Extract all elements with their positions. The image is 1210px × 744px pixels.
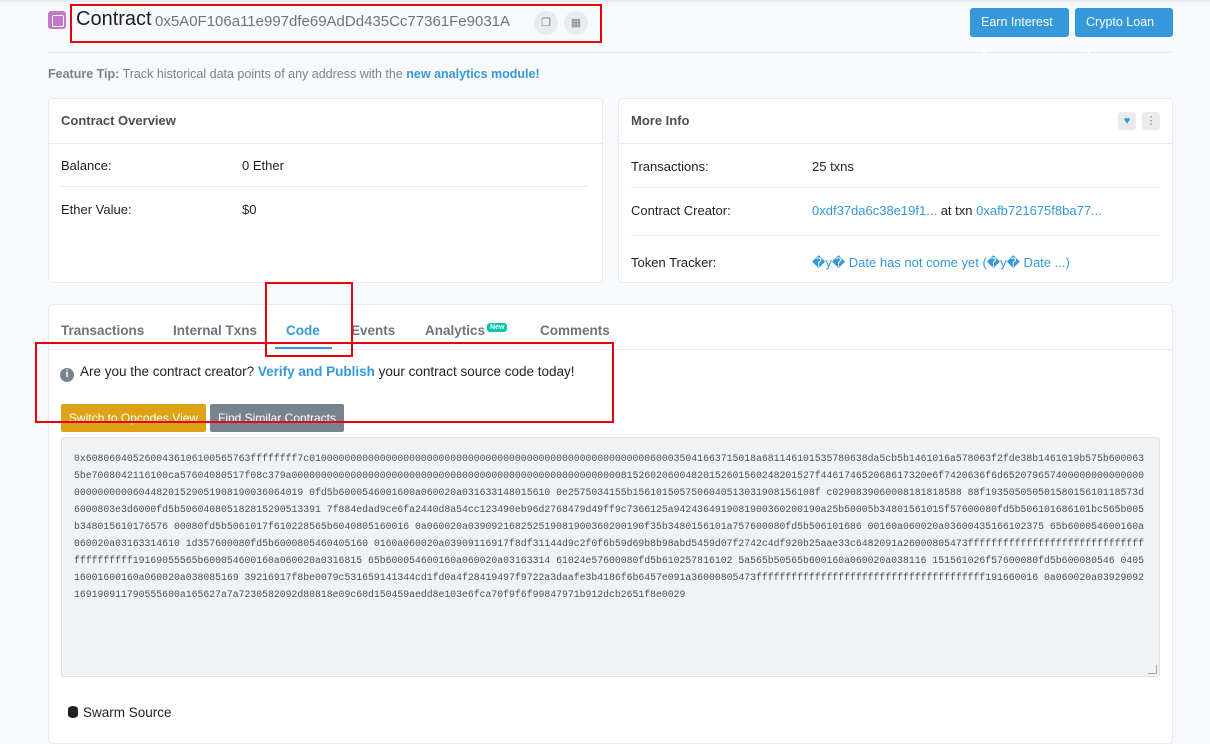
creator-at-text: at txn (940, 203, 973, 218)
ether-value-label: Ether Value: (61, 202, 132, 217)
more-info-card: More Info ♥ ⋮ Transactions: 25 txns Cont… (618, 98, 1173, 283)
new-badge: New (487, 323, 508, 332)
card-title: Contract Overview (61, 113, 176, 128)
chevron-down-icon: ▾ (981, 44, 988, 58)
balance-value: 0 Ether (242, 158, 284, 173)
highlight-box-header (70, 4, 602, 43)
contract-creator-label: Contract Creator: (631, 203, 731, 218)
tab-comments[interactable]: Comments (540, 323, 610, 338)
swarm-source-label: Swarm Source (83, 705, 172, 720)
highlight-box-verify (35, 342, 614, 423)
feature-tip: Feature Tip: Track historical data point… (48, 67, 540, 81)
tab-analytics[interactable]: Analytics New (425, 323, 508, 338)
bytecode-textarea[interactable]: 0x6080604052600436106100565763ffffffff7c… (61, 437, 1160, 677)
contract-overview-card: Contract Overview Balance: 0 Ether Ether… (48, 98, 603, 283)
tab-internal-txns[interactable]: Internal Txns (173, 323, 257, 338)
contract-creator-value: 0xdf37da6c38e19f1... at txn 0xafb721675f… (812, 203, 1102, 218)
card-title: More Info (631, 113, 690, 128)
transactions-value: 25 txns (812, 159, 854, 174)
card-header: More Info (619, 99, 1172, 144)
earn-interest-button[interactable]: Earn Interest ▾ (970, 8, 1069, 58)
top-divider (0, 0, 1210, 2)
ether-value: $0 (242, 202, 257, 217)
divider (61, 186, 588, 187)
creator-txn-link[interactable]: 0xafb721675f8ba77... (976, 203, 1102, 218)
resize-handle-icon[interactable] (1148, 665, 1157, 674)
tab-transactions[interactable]: Transactions (61, 323, 144, 338)
bytecode-text: 0x6080604052600436106100565763ffffffff7c… (74, 453, 1144, 600)
card-header: Contract Overview (49, 99, 602, 144)
token-tracker-link[interactable]: �y� Date has not come yet (�y� Date ...) (812, 255, 1070, 271)
more-options-icon[interactable]: ⋮ (1142, 112, 1160, 130)
heart-icon[interactable]: ♥ (1118, 112, 1136, 130)
tab-analytics-label: Analytics (425, 323, 486, 338)
feature-tip-label: Feature Tip: (48, 67, 120, 81)
balance-label: Balance: (61, 158, 112, 173)
earn-interest-label: Earn Interest (981, 15, 1053, 29)
chevron-down-icon: ▾ (1086, 44, 1093, 58)
divider (631, 235, 1160, 236)
crypto-loan-label: Crypto Loan (1086, 15, 1155, 29)
database-icon (68, 706, 78, 718)
divider (631, 187, 1160, 188)
transactions-label: Transactions: (631, 159, 709, 174)
tab-events[interactable]: Events (351, 323, 395, 338)
contract-logo-icon (48, 11, 66, 29)
swarm-source: Swarm Source (68, 705, 172, 720)
analytics-module-link[interactable]: new analytics module! (406, 67, 539, 81)
creator-address-link[interactable]: 0xdf37da6c38e19f1... (812, 203, 937, 218)
crypto-loan-button[interactable]: Crypto Loan ▾ (1075, 8, 1173, 58)
feature-tip-text: Track historical data points of any addr… (122, 67, 403, 81)
token-tracker-label: Token Tracker: (631, 255, 717, 270)
